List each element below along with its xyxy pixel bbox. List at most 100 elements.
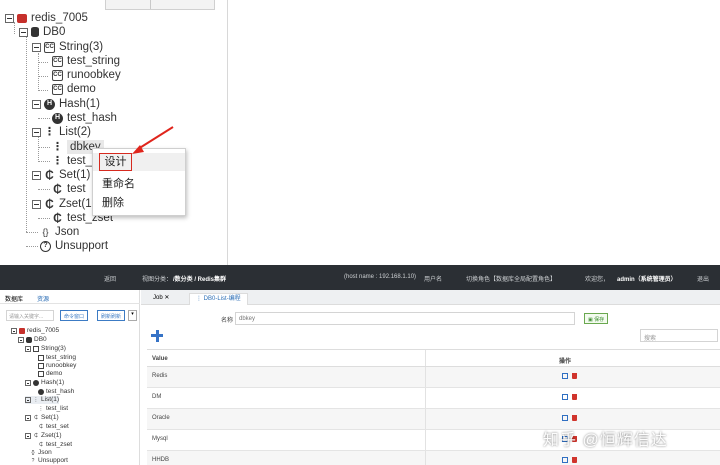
list-type-icon: ⋮ bbox=[44, 126, 55, 138]
tree-label: Unsupport bbox=[55, 240, 109, 252]
tab-resource[interactable]: 资源 bbox=[37, 294, 49, 303]
collapse-toggle[interactable] bbox=[19, 27, 28, 37]
tree-node-list-group[interactable]: ⋮ List(2) bbox=[32, 125, 91, 139]
collapse-toggle[interactable] bbox=[32, 199, 41, 209]
sidebar-tabs: 数据库 资源 bbox=[0, 290, 140, 304]
back-link[interactable]: 返回 bbox=[104, 274, 116, 283]
command-window-button[interactable]: 命令窗口 bbox=[60, 310, 89, 321]
braces-icon: {} bbox=[42, 227, 49, 237]
tree-node-set-group[interactable]: ₵ Set(1) bbox=[25, 414, 59, 422]
name-label: 名称 bbox=[221, 318, 234, 324]
tree-node-list-group[interactable]: ⋮ List(1) bbox=[25, 396, 60, 404]
table-search-input[interactable]: 搜索 bbox=[640, 329, 718, 342]
edit-icon[interactable] bbox=[562, 394, 568, 400]
database-icon bbox=[26, 337, 32, 343]
tree-node-key[interactable]: ₵ test_set bbox=[38, 423, 69, 431]
tree-node-key[interactable]: ₵ test_zset bbox=[38, 441, 72, 449]
tree-node-key[interactable]: CC runoobkey bbox=[52, 68, 121, 82]
tab-job[interactable]: Job ✕ bbox=[147, 293, 175, 305]
string-type-icon bbox=[33, 346, 39, 352]
tree-node-key[interactable]: test_string bbox=[38, 354, 76, 362]
tree-node-zset-group[interactable]: ₵ Zset(1 bbox=[32, 197, 92, 211]
cell-value: Oracle bbox=[152, 415, 170, 421]
collapse-toggle[interactable] bbox=[32, 170, 41, 180]
list-type-icon: ⋮ bbox=[38, 406, 44, 412]
question-icon: ? bbox=[31, 458, 35, 464]
current-user: admin（系统管理员） bbox=[617, 277, 677, 283]
tree-node-unsupport[interactable]: ? Unsupport bbox=[30, 457, 68, 465]
tree-node-hash-group[interactable]: H Hash(1) bbox=[32, 97, 100, 111]
tree-node-key[interactable]: H test_hash bbox=[52, 111, 117, 125]
context-menu: 设计 重命名 删除 bbox=[92, 148, 186, 216]
menu-item-rename[interactable]: 重命名 bbox=[102, 177, 135, 191]
tree-label: List(2) bbox=[59, 126, 91, 138]
tree-node-key[interactable]: CC demo bbox=[52, 82, 96, 96]
zset-type-icon: ₵ bbox=[34, 433, 38, 439]
collapse-toggle[interactable] bbox=[5, 13, 14, 23]
exit-link[interactable]: 退出 bbox=[697, 274, 709, 283]
top-toolbar-fragment bbox=[105, 0, 215, 10]
table-row[interactable]: DM bbox=[147, 388, 720, 409]
collapse-toggle[interactable] bbox=[32, 99, 41, 109]
panel-divider bbox=[227, 0, 228, 265]
tree-node-set-group[interactable]: ₵ Set(1) bbox=[32, 168, 90, 182]
tree-node-unsupport[interactable]: ? Unsupport bbox=[40, 239, 108, 253]
key-name-row: 名称 dbkey ▣ 保存 bbox=[141, 312, 720, 326]
user-account-menu[interactable]: 用户名 bbox=[424, 274, 442, 283]
tab-database[interactable]: 数据库 bbox=[5, 294, 23, 303]
tree-label: Hash(1) bbox=[59, 98, 100, 110]
host-info: (host name : 192.168.1.10) bbox=[344, 274, 417, 280]
tree-label: test_ bbox=[67, 155, 92, 167]
trash-icon[interactable] bbox=[572, 457, 577, 463]
tree-node-key[interactable]: test_hash bbox=[38, 388, 74, 396]
hash-type-icon bbox=[33, 380, 39, 386]
tree-label: Json bbox=[55, 226, 80, 238]
tree-node-db[interactable]: DB0 bbox=[18, 336, 47, 344]
trash-icon[interactable] bbox=[572, 415, 577, 421]
edit-icon[interactable] bbox=[562, 415, 568, 421]
tree-label: DB0 bbox=[43, 26, 66, 38]
list-type-icon: ⋮ bbox=[33, 397, 39, 403]
tree-node-root[interactable]: redis_7005 bbox=[11, 327, 59, 335]
trash-icon[interactable] bbox=[572, 373, 577, 379]
question-icon: ? bbox=[40, 240, 51, 252]
key-name-input[interactable]: dbkey bbox=[235, 312, 575, 325]
tree-node-key[interactable]: ⋮ test_ bbox=[52, 154, 92, 168]
chevron-down-icon[interactable]: ▾ bbox=[128, 310, 137, 321]
sidebar-search-input[interactable]: 请输入关键字... bbox=[6, 310, 54, 321]
app-window: 返回 视图分类： /数分类 / Redis集群 (host name : 192… bbox=[0, 265, 720, 465]
trash-icon[interactable] bbox=[572, 394, 577, 400]
column-header-ops: 操作 bbox=[559, 359, 572, 365]
tree-node-json[interactable]: {} Json bbox=[40, 225, 79, 239]
tree-node-hash-group[interactable]: Hash(1) bbox=[25, 379, 64, 387]
cell-value: Mysql bbox=[152, 436, 168, 442]
tree-node-json[interactable]: {} Json bbox=[30, 449, 51, 457]
table-header: Value 操作 bbox=[147, 350, 720, 367]
hash-type-icon: H bbox=[44, 98, 55, 110]
edit-icon[interactable] bbox=[562, 373, 568, 379]
refresh-button[interactable]: 刷新刷新 bbox=[97, 310, 126, 321]
tree-node-string-group[interactable]: String(3) bbox=[25, 345, 66, 353]
tree-node-db[interactable]: DB0 bbox=[19, 25, 65, 39]
string-type-icon: CC bbox=[52, 55, 63, 67]
tree-node-key[interactable]: demo bbox=[38, 370, 62, 378]
tree-node-zset-group[interactable]: ₵ Zset(1) bbox=[25, 432, 62, 440]
tree-node-string-group[interactable]: CC String(3) bbox=[32, 40, 103, 54]
add-row-icon[interactable] bbox=[151, 330, 163, 342]
save-button[interactable]: ▣ 保存 bbox=[584, 313, 609, 324]
table-row[interactable]: Redis bbox=[147, 367, 720, 388]
menu-item-delete[interactable]: 删除 bbox=[102, 196, 124, 210]
switch-role-link[interactable]: 切换角色【数据库全局配置角色】 bbox=[466, 274, 556, 283]
edit-icon[interactable] bbox=[562, 457, 568, 463]
tree-node-key[interactable]: runoobkey bbox=[38, 362, 76, 370]
top-nav-bar: 返回 视图分类： /数分类 / Redis集群 (host name : 192… bbox=[0, 265, 720, 290]
tree-node-key[interactable]: CC test_string bbox=[52, 54, 120, 68]
zset-type-icon: ₵ bbox=[53, 211, 62, 225]
tree-node-key[interactable]: ⋮ test_list bbox=[38, 405, 69, 413]
collapse-toggle[interactable] bbox=[32, 127, 41, 137]
tree-node-key[interactable]: ₵ test bbox=[52, 182, 85, 196]
collapse-toggle[interactable] bbox=[32, 42, 41, 52]
tab-list-editor[interactable]: ⋮ DB0-List-编程 bbox=[189, 293, 248, 305]
table-row[interactable]: HHDB bbox=[147, 451, 720, 465]
tree-node-root[interactable]: redis_7005 bbox=[5, 11, 88, 25]
